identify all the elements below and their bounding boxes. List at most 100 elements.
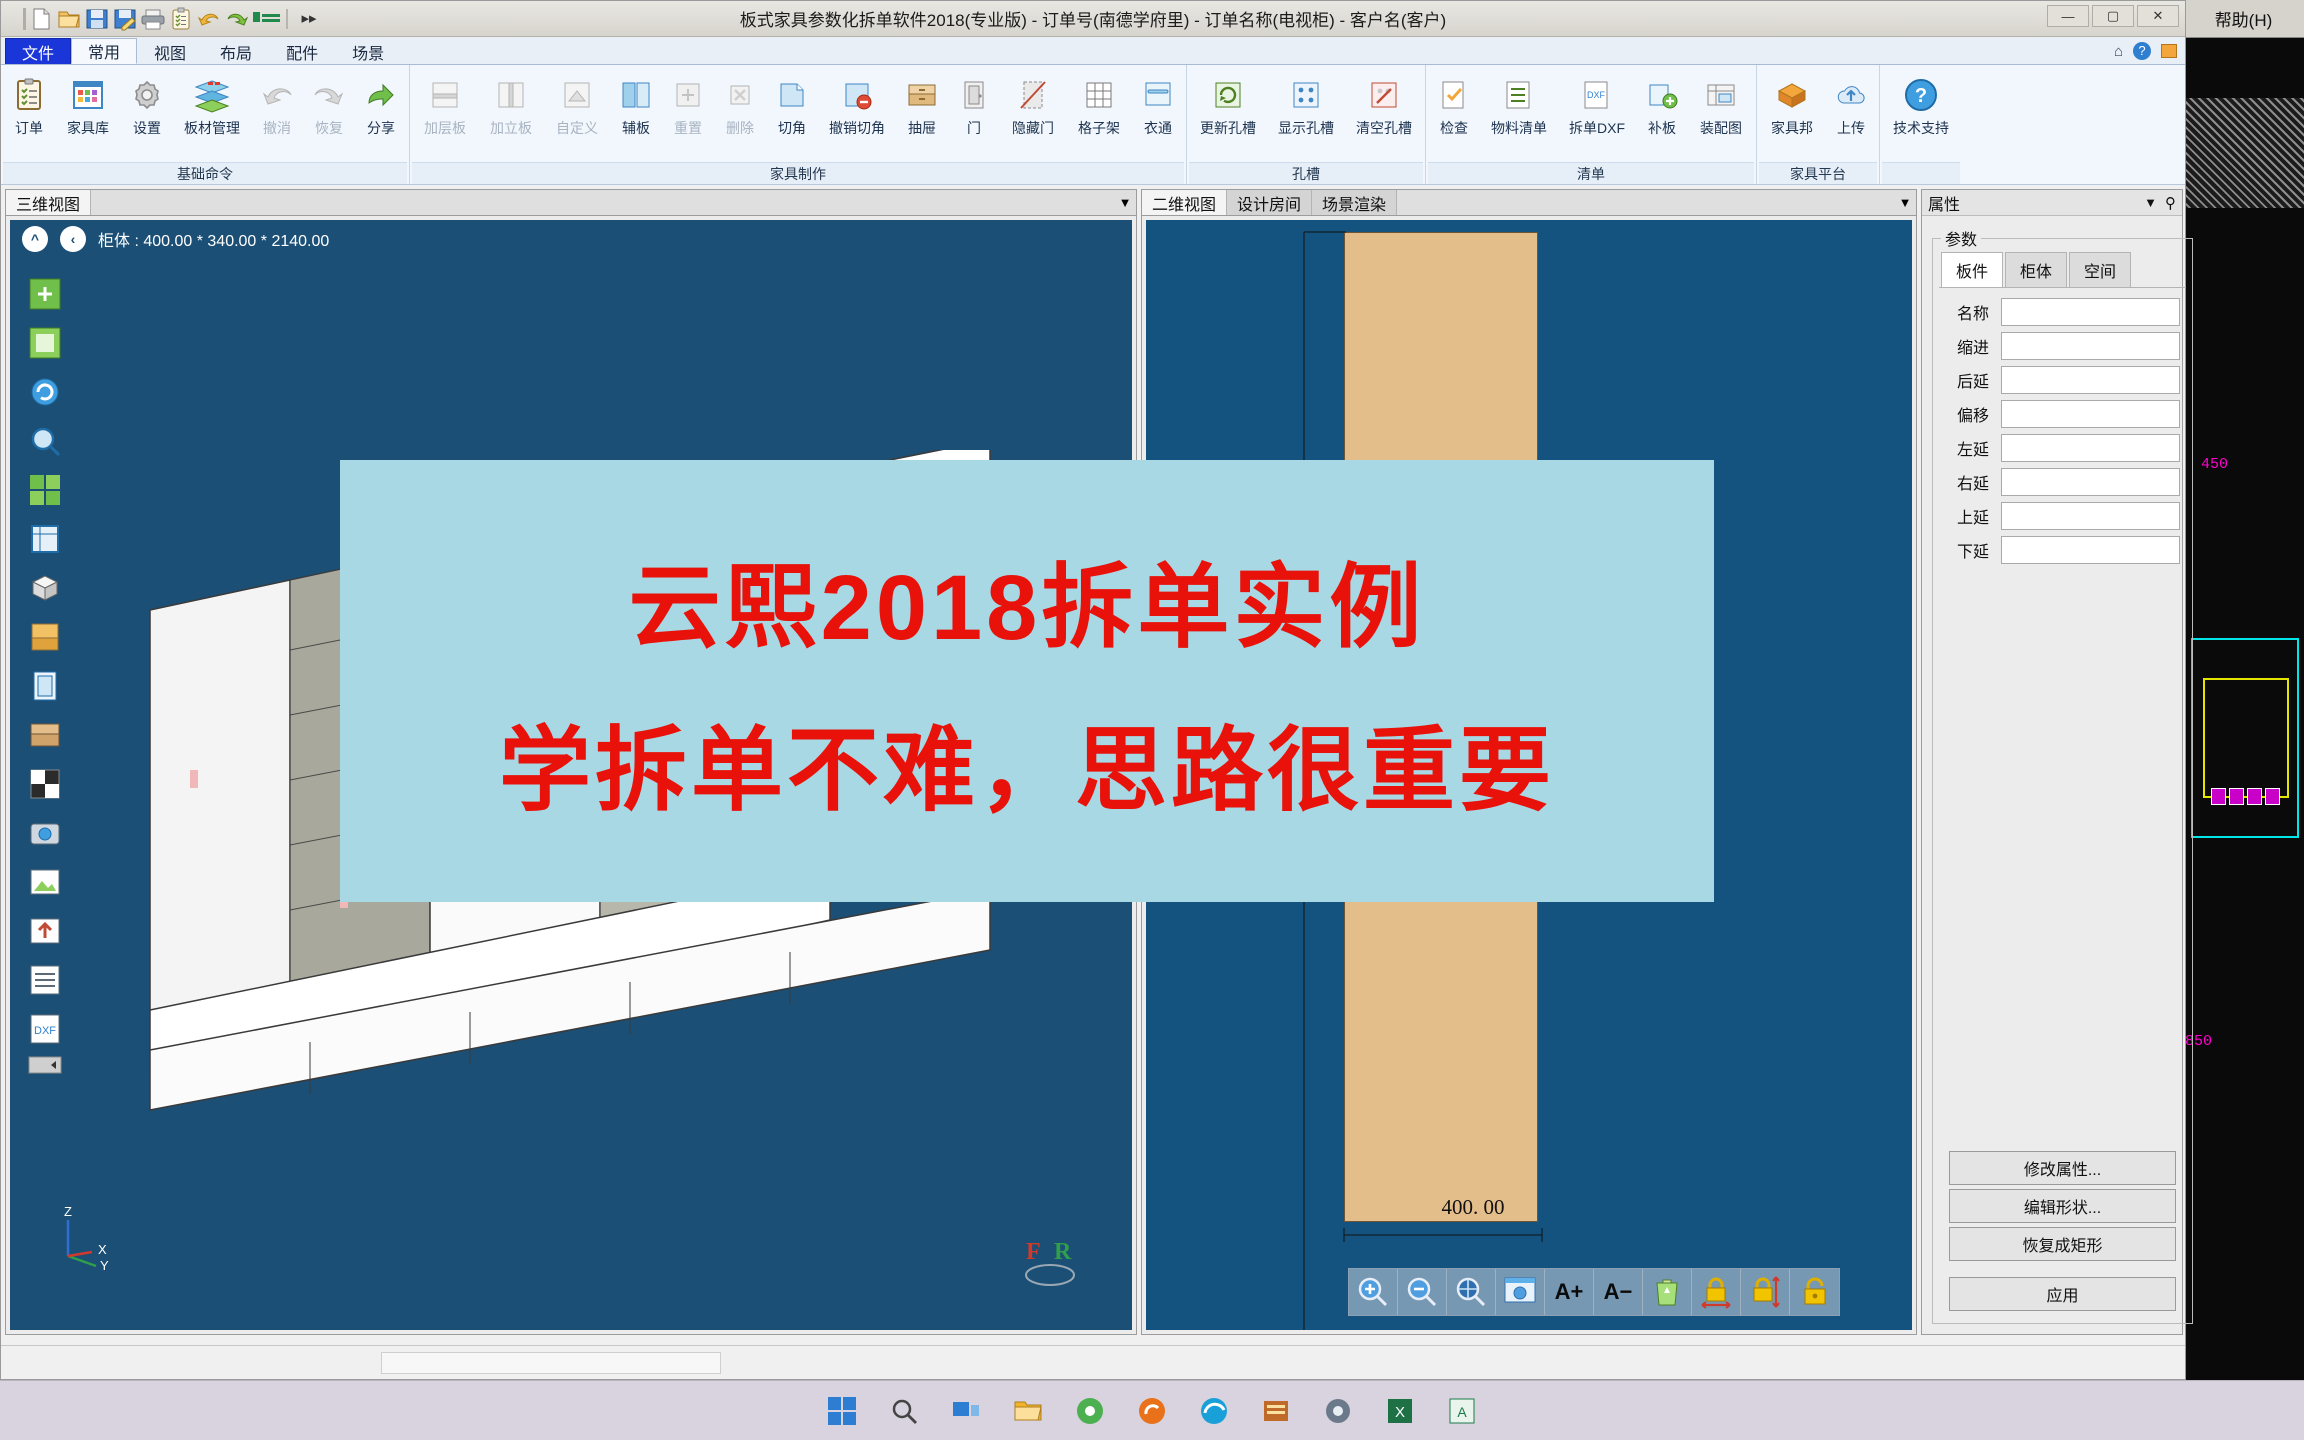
chevron-down-icon[interactable]: ▼ bbox=[2144, 195, 2157, 210]
tool-cube-icon[interactable] bbox=[24, 564, 66, 612]
tab-file[interactable]: 文件 bbox=[5, 38, 72, 64]
lock-horizontal-icon[interactable] bbox=[1692, 1269, 1741, 1315]
ribbon-item-share[interactable]: 分享 bbox=[355, 68, 407, 138]
lock-vertical-icon[interactable] bbox=[1741, 1269, 1790, 1315]
ribbon-item-corner-cut[interactable]: 切角 bbox=[766, 68, 818, 138]
logo-icon[interactable] bbox=[252, 7, 280, 31]
ribbon-item-show-holes[interactable]: 显示孔槽 bbox=[1267, 68, 1345, 138]
minimize-button[interactable]: — bbox=[2047, 5, 2089, 27]
browser-icon[interactable] bbox=[1072, 1393, 1108, 1429]
font-decrease-icon[interactable]: A− bbox=[1594, 1269, 1643, 1315]
tool-add-part-icon[interactable] bbox=[24, 319, 66, 367]
save-as-icon[interactable] bbox=[112, 7, 138, 31]
undo-icon[interactable] bbox=[196, 7, 222, 31]
back-icon[interactable]: ‹ bbox=[60, 226, 86, 252]
ribbon-item-custom[interactable]: 自定义 bbox=[544, 68, 610, 138]
ribbon-item-furniture-bang[interactable]: 家具邦 bbox=[1759, 68, 1825, 138]
ribbon-item-door[interactable]: 门 bbox=[948, 68, 1000, 138]
view3d-caret-icon[interactable]: ▼ bbox=[1114, 190, 1136, 215]
name-input[interactable] bbox=[2001, 298, 2180, 326]
tool-material-icon[interactable] bbox=[24, 760, 66, 808]
maximize-button[interactable]: ▢ bbox=[2092, 5, 2134, 27]
trash-icon[interactable] bbox=[1643, 1269, 1692, 1315]
tool-box-icon[interactable] bbox=[24, 515, 66, 563]
indent-input[interactable] bbox=[2001, 332, 2180, 360]
ribbon-item-add-vertical-board[interactable]: 加立板 bbox=[478, 68, 544, 138]
chat-icon[interactable] bbox=[2161, 44, 2177, 58]
home-icon[interactable]: ⌂ bbox=[2114, 43, 2123, 60]
view2d-caret-icon[interactable]: ▼ bbox=[1894, 190, 1916, 215]
ribbon-item-clear-holes[interactable]: 清空孔槽 bbox=[1345, 68, 1423, 138]
redo-icon[interactable] bbox=[224, 7, 250, 31]
firefox-icon[interactable] bbox=[1134, 1393, 1170, 1429]
zoom-out-icon[interactable] bbox=[1398, 1269, 1447, 1315]
save-icon[interactable] bbox=[84, 7, 110, 31]
ribbon-item-undo[interactable]: 撤消 bbox=[251, 68, 303, 138]
ribbon-item-assembly-drawing[interactable]: 装配图 bbox=[1688, 68, 1754, 138]
zoom-fit-icon[interactable] bbox=[1447, 1269, 1496, 1315]
background-cad-window[interactable]: 帮助(H) 450 850 bbox=[2182, 0, 2304, 1380]
ribbon-item-order[interactable]: 订单 bbox=[3, 68, 55, 138]
pin-icon[interactable]: ⚲ bbox=[2165, 194, 2176, 212]
ribbon-item-delete[interactable]: 删除 bbox=[714, 68, 766, 138]
ribbon-item-add-shelf[interactable]: 加层板 bbox=[412, 68, 478, 138]
offset-input[interactable] bbox=[2001, 400, 2180, 428]
top-extend-input[interactable] bbox=[2001, 502, 2180, 530]
start-icon[interactable] bbox=[824, 1393, 860, 1429]
zoom-in-icon[interactable] bbox=[1349, 1269, 1398, 1315]
tab-layout[interactable]: 布局 bbox=[203, 38, 269, 64]
ribbon-item-reset[interactable]: 重置 bbox=[662, 68, 714, 138]
app-orange-icon[interactable] bbox=[1258, 1393, 1294, 1429]
more-icon[interactable]: ▸▸ bbox=[296, 7, 322, 31]
tool-refresh-icon[interactable] bbox=[24, 368, 66, 416]
tool-add-component-icon[interactable] bbox=[24, 270, 66, 318]
file-explorer-icon[interactable] bbox=[1010, 1393, 1046, 1429]
ribbon-item-furniture-library[interactable]: 家具库 bbox=[55, 68, 121, 138]
ribbon-item-dxf[interactable]: DXF 拆单DXF bbox=[1558, 68, 1636, 138]
tool-export-icon[interactable] bbox=[24, 907, 66, 955]
back-extend-input[interactable] bbox=[2001, 366, 2180, 394]
ribbon-item-settings[interactable]: 设置 bbox=[121, 68, 173, 138]
tool-image-icon[interactable] bbox=[24, 858, 66, 906]
tool-door-icon[interactable] bbox=[24, 662, 66, 710]
tab-space[interactable]: 空间 bbox=[2069, 252, 2132, 287]
close-button[interactable]: ✕ bbox=[2137, 5, 2179, 27]
modify-attributes-button[interactable]: 修改属性... bbox=[1949, 1151, 2176, 1185]
tab-2d-view[interactable]: 二维视图 bbox=[1142, 190, 1228, 215]
ribbon-item-redo[interactable]: 恢复 bbox=[303, 68, 355, 138]
open-folder-icon[interactable] bbox=[56, 7, 82, 31]
ribbon-item-patch-board[interactable]: 补板 bbox=[1636, 68, 1688, 138]
ribbon-item-grid-rack[interactable]: 格子架 bbox=[1066, 68, 1132, 138]
ribbon-item-hide-door[interactable]: 隐藏门 bbox=[1000, 68, 1066, 138]
settings-icon[interactable] bbox=[1320, 1393, 1356, 1429]
view-orientation-badge[interactable]: F R bbox=[1016, 1231, 1086, 1296]
ribbon-item-check[interactable]: 检查 bbox=[1428, 68, 1480, 138]
search-icon[interactable] bbox=[886, 1393, 922, 1429]
ribbon-item-undo-corner-cut[interactable]: 撤销切角 bbox=[818, 68, 896, 138]
collapse-icon[interactable]: ^ bbox=[22, 226, 48, 252]
tool-dxf-icon[interactable]: DXF bbox=[24, 1005, 66, 1053]
tool-list-icon[interactable] bbox=[24, 956, 66, 1004]
ribbon-item-update-holes[interactable]: 更新孔槽 bbox=[1189, 68, 1267, 138]
tab-scene[interactable]: 场景 bbox=[335, 38, 401, 64]
ribbon-item-tech-support[interactable]: ? 技术支持 bbox=[1882, 68, 1960, 138]
ribbon-item-upload[interactable]: 上传 bbox=[1825, 68, 1877, 138]
clipboard-icon[interactable] bbox=[168, 7, 194, 31]
tab-accessories[interactable]: 配件 bbox=[269, 38, 335, 64]
ribbon-item-hanging-rod[interactable]: 衣通 bbox=[1132, 68, 1184, 138]
tab-3d-view[interactable]: 三维视图 bbox=[6, 190, 92, 215]
tool-camera-icon[interactable] bbox=[24, 809, 66, 857]
help-icon[interactable]: ? bbox=[2133, 42, 2151, 60]
tool-zoom-icon[interactable] bbox=[24, 417, 66, 465]
restore-rectangle-button[interactable]: 恢复成矩形 bbox=[1949, 1227, 2176, 1261]
tool-move-icon[interactable] bbox=[24, 466, 66, 514]
tab-design-room[interactable]: 设计房间 bbox=[1227, 190, 1313, 215]
edge-icon[interactable] bbox=[1196, 1393, 1232, 1429]
excel-icon[interactable]: X bbox=[1382, 1393, 1418, 1429]
ribbon-item-drawer[interactable]: 抽屉 bbox=[896, 68, 948, 138]
tool-drawer-icon[interactable] bbox=[24, 711, 66, 759]
apply-button[interactable]: 应用 bbox=[1949, 1277, 2176, 1311]
cad-window-canvas[interactable]: 450 850 bbox=[2183, 38, 2304, 1380]
tab-panel-part[interactable]: 板件 bbox=[1941, 252, 2004, 287]
ribbon-item-bom[interactable]: 物料清单 bbox=[1480, 68, 1558, 138]
